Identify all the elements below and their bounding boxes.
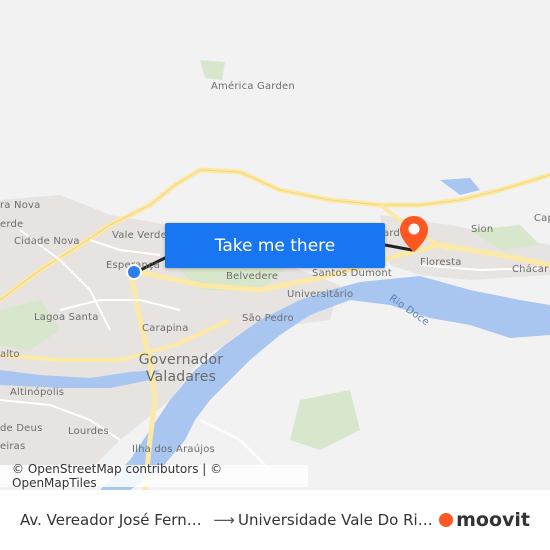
map-view[interactable]: América Garden Vale Verde Esperança Cida… bbox=[0, 0, 550, 490]
place-label: São Pedro bbox=[242, 313, 294, 324]
place-label: América Garden bbox=[211, 81, 295, 92]
route-footer: Av. Vereador José Fernandes ⟶ Universida… bbox=[0, 490, 550, 550]
place-label: Floresta bbox=[420, 257, 462, 268]
place-label: Carapina bbox=[142, 323, 189, 334]
moovit-logo[interactable]: moovit bbox=[439, 509, 530, 531]
place-label: Altinópolis bbox=[10, 387, 65, 398]
destination-name: Universidade Vale Do Rio Doce bbox=[238, 511, 438, 529]
moovit-logo-icon bbox=[439, 513, 454, 527]
place-label: Belvedere bbox=[226, 271, 279, 282]
place-label: Universitário bbox=[287, 289, 354, 300]
arrow-right-icon: ⟶ bbox=[213, 511, 235, 529]
place-label: Santos Dumont bbox=[312, 268, 392, 279]
place-label: eiras bbox=[0, 441, 26, 452]
take-me-there-button[interactable]: Take me there bbox=[165, 223, 385, 268]
city-label: Governador Valadares bbox=[138, 352, 224, 385]
map-attribution: © OpenStreetMap contributors | © OpenMap… bbox=[0, 462, 308, 490]
place-label: Lourdes bbox=[68, 426, 109, 437]
place-label: Cap bbox=[534, 213, 550, 224]
place-label: Lagoa Santa bbox=[34, 312, 99, 323]
place-label: de Deus bbox=[0, 423, 43, 434]
place-label: Cidade Nova bbox=[14, 236, 80, 247]
place-label: Sion bbox=[471, 224, 494, 235]
place-label: Chácar bbox=[512, 264, 549, 275]
place-label: ard bbox=[383, 228, 401, 239]
place-label: Ilha dos Araújos bbox=[132, 444, 215, 455]
place-label: alto bbox=[0, 349, 20, 360]
place-label: erde bbox=[0, 219, 24, 230]
place-label: Vale Verde bbox=[112, 230, 167, 241]
origin-marker[interactable] bbox=[126, 264, 142, 280]
origin-name: Av. Vereador José Fernandes bbox=[20, 511, 210, 529]
map-pin-icon bbox=[400, 216, 428, 252]
brand-name: moovit bbox=[456, 509, 530, 531]
place-label: ra Nova bbox=[0, 200, 41, 211]
map-screen: América Garden Vale Verde Esperança Cida… bbox=[0, 0, 550, 550]
